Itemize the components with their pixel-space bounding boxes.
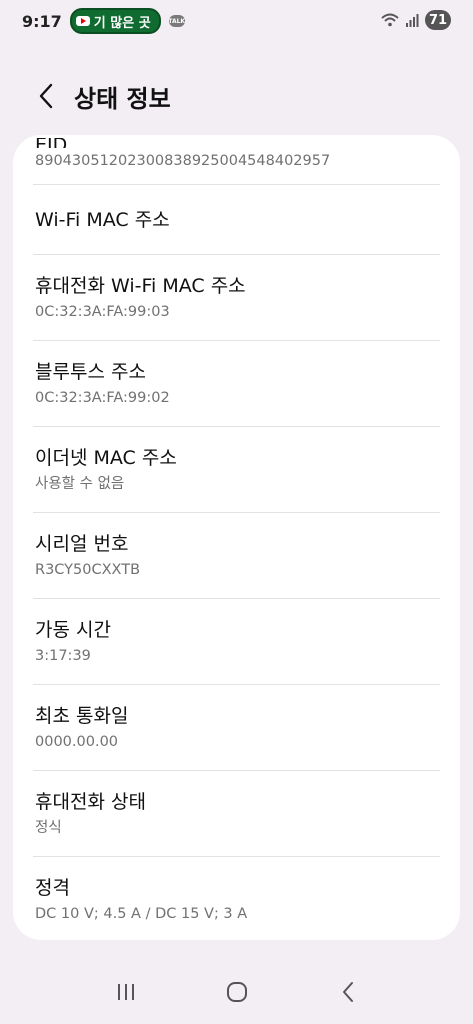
battery-indicator: 71 — [425, 10, 451, 30]
notification-text: 기 많은 곳 — [93, 15, 151, 31]
app-bar: 상태 정보 — [0, 68, 473, 124]
item-value: 사용할 수 없음 — [35, 475, 125, 492]
item-value: 0000.00.00 — [35, 733, 119, 750]
item-title: 휴대전화 상태 — [35, 790, 146, 813]
item-title: 휴대전화 Wi-Fi MAC 주소 — [35, 274, 246, 297]
youtube-icon — [75, 16, 90, 26]
list-item-wifi-mac[interactable]: Wi-Fi MAC 주소 — [33, 185, 440, 255]
kakaotalk-icon: TALK — [168, 15, 185, 27]
status-icons: 71 — [381, 10, 451, 30]
list-item-first-call[interactable]: 최초 통화일 0000.00.00 — [33, 685, 440, 771]
item-value: DC 10 V; 4.5 A / DC 15 V; 3 A — [35, 906, 248, 922]
list-item-bluetooth[interactable]: 블루투스 주소 0C:32:3A:FA:99:02 — [33, 341, 440, 427]
item-title: Wi-Fi MAC 주소 — [35, 208, 170, 231]
home-icon — [226, 982, 247, 1002]
item-title: 가동 시간 — [35, 618, 111, 641]
item-title: 블루투스 주소 — [35, 360, 146, 383]
status-info-list: EID 89043051202300838925004548402957 Wi-… — [13, 135, 460, 940]
item-value: 0C:32:3A:FA:99:02 — [35, 389, 170, 406]
back-button[interactable] — [26, 76, 66, 116]
item-value: 0C:32:3A:FA:99:03 — [35, 303, 170, 320]
signal-icon — [406, 14, 419, 27]
nav-back-button[interactable] — [328, 972, 368, 1012]
item-value: 89043051202300838925004548402957 — [35, 153, 331, 169]
item-title: 정격 — [35, 877, 70, 899]
list-item-eid[interactable]: EID 89043051202300838925004548402957 — [33, 135, 440, 185]
home-button[interactable] — [217, 972, 257, 1012]
item-value: R3CY50CXXTB — [35, 561, 141, 578]
recent-apps-button[interactable] — [106, 972, 146, 1012]
item-title: 시리얼 번호 — [35, 532, 129, 555]
list-item-phone-wifi-mac[interactable]: 휴대전화 Wi-Fi MAC 주소 0C:32:3A:FA:99:03 — [33, 255, 440, 341]
item-title: 최초 통화일 — [35, 704, 129, 727]
wifi-icon — [381, 13, 399, 27]
navigation-bar — [0, 960, 473, 1024]
notification-pill[interactable]: 기 많은 곳 — [69, 8, 161, 34]
status-time: 9:17 — [22, 11, 62, 31]
list-item-uptime[interactable]: 가동 시간 3:17:39 — [33, 599, 440, 685]
list-item-ethernet-mac[interactable]: 이더넷 MAC 주소 사용할 수 없음 — [33, 427, 440, 513]
page-title: 상태 정보 — [74, 84, 171, 113]
recent-apps-icon — [117, 984, 134, 1000]
item-title: EID — [35, 138, 438, 148]
list-item-phone-status[interactable]: 휴대전화 상태 정식 — [33, 771, 440, 857]
chevron-left-icon — [39, 83, 53, 109]
back-icon — [342, 982, 353, 1002]
status-bar: 9:17 기 많은 곳 TALK 71 — [0, 0, 473, 42]
list-item-serial[interactable]: 시리얼 번호 R3CY50CXXTB — [33, 513, 440, 599]
list-item-rating[interactable]: 정격 DC 10 V; 4.5 A / DC 15 V; 3 A — [33, 857, 440, 940]
item-value: 정식 — [35, 819, 62, 836]
item-value: 3:17:39 — [35, 647, 91, 664]
item-title: 이더넷 MAC 주소 — [35, 446, 177, 469]
